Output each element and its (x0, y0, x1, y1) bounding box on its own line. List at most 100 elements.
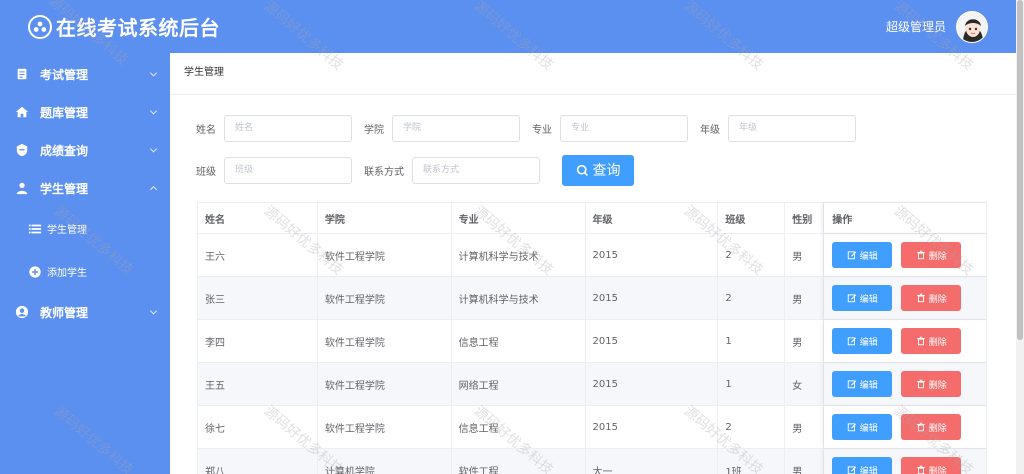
edit-label: 编辑 (859, 423, 878, 434)
delete-button[interactable]: 删除 (901, 285, 962, 311)
edit-button[interactable]: 编辑 (832, 242, 893, 268)
user-menu[interactable]: 超级管理员 (886, 10, 988, 43)
sidebar-item-label: 成绩查询 (40, 143, 89, 158)
cell-actions: 编辑 删除 (824, 234, 987, 276)
grade-label: 年级 (700, 124, 720, 136)
delete-label: 删除 (928, 466, 947, 474)
cell-class: 2 (718, 277, 786, 319)
cell-gender: 男 (785, 320, 825, 362)
sidebar-item-teachers[interactable]: 教师管理 (0, 293, 170, 331)
user-circle-icon (14, 304, 30, 320)
sidebar: 考试管理 题库管理 成绩查询 学生管理 学生管理 添加学生 教师管理 (0, 53, 170, 474)
cell-name: 王五 (198, 363, 318, 405)
edit-button[interactable]: 编辑 (832, 457, 893, 474)
major-label: 专业 (532, 124, 552, 136)
sidebar-subitem-label: 添加学生 (47, 268, 87, 279)
delete-label: 删除 (928, 294, 947, 305)
cell-major: 计算机科学与技术 (452, 234, 586, 276)
column-header[interactable]: 性别 (785, 203, 825, 233)
scrollbar[interactable] (1016, 0, 1024, 474)
cell-name: 郑八 (198, 449, 318, 474)
avatar[interactable] (956, 10, 988, 43)
cell-gender: 男 (785, 277, 825, 319)
table-row: 郑八 计算机学院 软件工程 大一 1班男编辑 删除 (198, 449, 987, 474)
search-icon (576, 164, 588, 176)
cell-grade: 大一 (586, 449, 719, 474)
logo-icon (28, 14, 52, 39)
table-row: 徐七 软件工程学院 信息工程 2015 2 男 编辑 删除 (198, 406, 987, 449)
cell-class: 2 (718, 406, 786, 448)
column-header[interactable]: 班级 (718, 203, 786, 233)
cell-class: 1 (718, 320, 786, 362)
table-row: 张三 软件工程学院 计算机科学与技术 2015 2 男 编辑 删除 (198, 277, 987, 320)
edit-button[interactable]: 编辑 (832, 371, 893, 397)
chevron-down-icon (149, 307, 158, 315)
edit-icon (847, 251, 856, 260)
delete-button[interactable]: 删除 (901, 414, 962, 440)
edit-icon (847, 380, 856, 389)
sidebar-item-scores[interactable]: 成绩查询 (0, 131, 170, 169)
breadcrumb[interactable]: 学生管理 (170, 53, 1016, 95)
scrollbar-thumb[interactable] (1017, 0, 1023, 340)
trash-icon (916, 422, 925, 432)
column-header[interactable]: 年级 (586, 203, 719, 233)
edit-icon (847, 337, 856, 346)
edit-button[interactable]: 编辑 (832, 328, 893, 354)
trash-icon (916, 465, 925, 474)
cell-college: 软件工程学院 (318, 320, 452, 362)
document-icon (14, 66, 30, 82)
cell-college: 软件工程学院 (318, 363, 452, 405)
shield-icon (14, 142, 30, 158)
cell-name: 徐七 (198, 406, 318, 448)
edit-button[interactable]: 编辑 (832, 414, 893, 440)
cell-name: 李四 (198, 320, 318, 362)
edit-label: 编辑 (859, 337, 878, 348)
cell-grade: 2015 (586, 320, 719, 362)
sidebar-item-question-bank[interactable]: 题库管理 (0, 93, 170, 131)
name-input[interactable] (224, 114, 352, 142)
delete-label: 删除 (928, 380, 947, 391)
delete-button[interactable]: 删除 (901, 328, 962, 354)
column-header[interactable]: 学院 (318, 203, 452, 233)
column-header[interactable]: 姓名 (198, 203, 318, 233)
edit-label: 编辑 (859, 380, 878, 391)
contact-input[interactable] (412, 156, 540, 184)
major-input[interactable] (560, 114, 688, 142)
sidebar-item-exam[interactable]: 考试管理 (0, 55, 170, 93)
sidebar-subitem-add-student[interactable]: 添加学生 (0, 250, 170, 293)
sidebar-item-label: 教师管理 (40, 305, 89, 320)
name-label: 姓名 (196, 124, 216, 136)
cell-major: 信息工程 (452, 406, 586, 448)
list-icon (28, 222, 42, 236)
student-table: 姓名 学院 专业 年级 班级 性别 操作 王六 软件工程学院 计算机科学与技术 201… (197, 202, 987, 474)
sidebar-item-label: 学生管理 (40, 181, 89, 196)
grade-input[interactable] (728, 114, 856, 142)
home-icon (14, 104, 30, 120)
sidebar-item-label: 题库管理 (40, 105, 89, 120)
username[interactable]: 超级管理员 (886, 18, 946, 35)
class-input[interactable] (224, 156, 352, 184)
cell-actions: 编辑 删除 (824, 277, 987, 319)
cell-class: 1班 (718, 449, 786, 474)
cell-actions: 编辑 删除 (824, 449, 987, 474)
cell-grade: 2015 (586, 406, 719, 448)
edit-button[interactable]: 编辑 (832, 285, 893, 311)
delete-button[interactable]: 删除 (901, 457, 962, 474)
cell-grade: 2015 (586, 234, 719, 276)
brand: 在线考试系统后台 (28, 12, 220, 41)
edit-label: 编辑 (859, 466, 878, 474)
table-row: 王六 软件工程学院 计算机科学与技术 2015 2 男 编辑 删除 (198, 234, 987, 277)
table-header: 姓名 学院 专业 年级 班级 性别 操作 (198, 203, 987, 234)
query-button[interactable]: 查询 (562, 154, 634, 186)
sidebar-item-label: 考试管理 (40, 67, 89, 82)
cell-college: 软件工程学院 (318, 277, 452, 319)
college-input[interactable] (392, 114, 520, 142)
delete-button[interactable]: 删除 (901, 371, 962, 397)
edit-icon (847, 294, 856, 303)
sidebar-subitem-student-list[interactable]: 学生管理 (0, 207, 170, 250)
delete-button[interactable]: 删除 (901, 242, 962, 268)
college-label: 学院 (364, 124, 384, 136)
chevron-down-icon (149, 107, 158, 115)
sidebar-item-students[interactable]: 学生管理 (0, 169, 170, 207)
column-header[interactable]: 专业 (452, 203, 586, 233)
